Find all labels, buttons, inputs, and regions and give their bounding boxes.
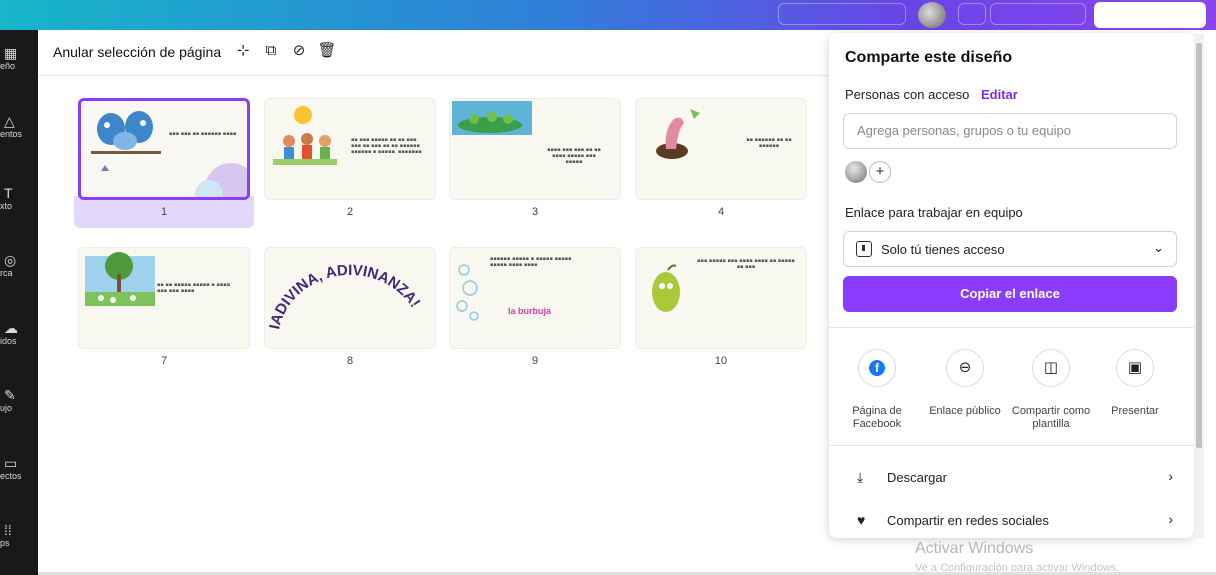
apps-icon: ⁞⁞ <box>4 522 12 538</box>
sidebar-item-draw[interactable]: ✎ ujo <box>0 387 38 437</box>
page-number: 9 <box>531 355 539 367</box>
top-chip[interactable] <box>958 3 986 25</box>
sidebar-item-apps[interactable]: ⁞⁞ ps <box>0 522 38 572</box>
user-avatar[interactable] <box>918 2 946 28</box>
page-preview[interactable]: ▪▪▪▪▪▪ ▪▪▪▪▪ ▪ ▪▪▪▪▪ ▪▪▪▪▪ ▪▪▪▪▪ ▪▪▪▪ ▪▪… <box>449 247 621 349</box>
panel-title: Comparte este diseño <box>845 49 1013 66</box>
page-artwork <box>79 248 249 348</box>
lock-icon <box>856 241 872 257</box>
collaborator-avatar[interactable] <box>845 161 867 183</box>
page-preview[interactable]: IADIVINA, ADIVINANZA! <box>264 247 436 349</box>
divider <box>829 445 1194 446</box>
add-page-icon[interactable]: ⊹ <box>232 40 254 62</box>
brand-icon: ◎ <box>4 252 17 268</box>
social-heart-icon: ♥ <box>857 512 866 528</box>
social-share-menu-item[interactable]: ♥ Compartir en redes sociales › <box>845 506 1179 536</box>
link-access-value: Solo tú tienes acceso <box>881 242 1005 257</box>
page-preview[interactable]: ▪▪ ▪▪ ▪▪▪▪▪ ▪▪▪▪▪ ▪ ▪▪▪▪ ▪▪▪ ▪▪▪ ▪▪▪▪ <box>78 247 250 349</box>
sidebar-item-uploads[interactable]: ☁ idos <box>0 320 38 370</box>
chevron-right-icon: › <box>1168 468 1173 484</box>
deselect-pages-button[interactable]: Anular selección de página <box>53 44 221 60</box>
uploads-icon: ☁ <box>4 320 18 336</box>
page-toolbar: Anular selección de página ⊹ ⧉ ⊘ 🗑 <box>38 30 828 76</box>
left-sidebar: ▦ eño △ entos T xto ◎ rca ☁ idos ✎ ujo ▭… <box>0 30 38 575</box>
chevron-down-icon: ⌄ <box>1153 240 1164 255</box>
sidebar-item-elements[interactable]: △ entos <box>0 113 38 163</box>
page-text: ▪▪▪▪▪▪ ▪▪▪▪▪ ▪ ▪▪▪▪▪ ▪▪▪▪▪ ▪▪▪▪▪ ▪▪▪▪ ▪▪… <box>490 256 572 268</box>
share-facebook-option[interactable]: f Página de Facebook <box>837 349 917 431</box>
divider <box>829 327 1194 328</box>
page-text: ▪▪▪▪ ▪▪▪ ▪▪▪ ▪▪ ▪▪ ▪▪▪▪ ▪▪▪▪▪ ▪▪▪ ▪▪▪▪▪ <box>547 147 601 165</box>
page-artwork <box>81 101 247 197</box>
windows-activation-watermark: Activar Windows <box>915 540 1034 557</box>
template-icon: ◫ <box>1032 349 1070 387</box>
page-artwork <box>636 99 806 199</box>
link-access-select[interactable]: Solo tú tienes acceso ⌄ <box>843 231 1177 267</box>
page-preview[interactable]: ▪▪▪ ▪▪▪ ▪▪ ▪▪▪▪▪▪ ▪▪▪▪ <box>78 98 250 200</box>
chevron-right-icon: › <box>1168 511 1173 527</box>
present-icon: ▣ <box>1116 349 1154 387</box>
option-label: Página de Facebook <box>852 405 902 430</box>
menu-label: Descargar <box>887 470 947 485</box>
option-label: Compartir como plantilla <box>1011 405 1091 430</box>
page-grid: ▪▪▪ ▪▪▪ ▪▪ ▪▪▪▪▪▪ ▪▪▪▪ 1 ▪▪ ▪▪▪ ▪▪▪▪▪ ▪▪… <box>38 77 828 575</box>
top-chip[interactable] <box>990 3 1086 25</box>
top-bar <box>0 0 1216 30</box>
share-template-option[interactable]: ◫ Compartir como plantilla <box>1011 349 1091 431</box>
page-number: 7 <box>160 355 168 367</box>
page-preview[interactable]: ▪▪ ▪▪▪▪▪▪ ▪▪ ▪▪ ▪▪▪▪▪▪ <box>635 98 807 200</box>
link-icon: ⊖ <box>946 349 984 387</box>
option-label: Enlace público <box>929 405 1001 417</box>
page-caption: la burbuja <box>508 306 552 316</box>
page-text: ▪▪ ▪▪▪▪▪▪ ▪▪ ▪▪ ▪▪▪▪▪▪ <box>746 137 792 149</box>
text-icon: T <box>4 185 13 201</box>
present-option[interactable]: ▣ Presentar <box>1095 349 1175 418</box>
delete-page-icon[interactable]: 🗑 <box>316 40 338 62</box>
page-text: ▪▪ ▪▪ ▪▪▪▪▪ ▪▪▪▪▪ ▪ ▪▪▪▪ ▪▪▪ ▪▪▪ ▪▪▪▪ <box>157 282 231 294</box>
add-people-input[interactable]: Agrega personas, grupos o tu equipo <box>843 113 1177 149</box>
projects-icon: ▭ <box>4 455 18 471</box>
page-artwork: IADIVINA, ADIVINANZA! <box>265 248 435 348</box>
sidebar-item-brand[interactable]: ◎ rca <box>0 252 38 302</box>
hide-page-icon[interactable]: ⊘ <box>288 40 310 62</box>
menu-label: Compartir en redes sociales <box>887 513 1049 528</box>
panel-scrollbar[interactable] <box>1194 33 1204 538</box>
sidebar-item-text[interactable]: T xto <box>0 185 38 235</box>
page-preview[interactable]: ▪▪ ▪▪▪ ▪▪▪▪▪ ▪▪ ▪▪ ▪▪▪, ▪▪▪ ▪▪ ▪▪▪ ▪▪ ▪▪… <box>264 98 436 200</box>
option-label: Presentar <box>1111 405 1159 417</box>
add-collaborator-icon[interactable]: + <box>869 161 891 183</box>
layout-icon: ▦ <box>4 45 18 61</box>
page-number: 8 <box>346 355 354 367</box>
duplicate-page-icon[interactable]: ⧉ <box>260 40 282 62</box>
top-chip[interactable] <box>778 3 906 25</box>
team-link-label: Enlace para trabajar en equipo <box>845 205 1023 220</box>
share-button[interactable] <box>1094 2 1206 28</box>
page-preview[interactable]: ▪▪▪ ▪▪▪▪▪ ▪▪▪ ▪▪▪▪ ▪▪▪▪ ▪▪ ▪▪▪▪▪ ▪▪ ▪▪▪ <box>635 247 807 349</box>
page-text: ▪▪▪ ▪▪▪ ▪▪ ▪▪▪▪▪▪ ▪▪▪▪ <box>169 131 237 137</box>
page-text: ▪▪ ▪▪▪ ▪▪▪▪▪ ▪▪ ▪▪ ▪▪▪, ▪▪▪ ▪▪ ▪▪▪ ▪▪ ▪▪… <box>351 137 422 155</box>
download-menu-item[interactable]: ⤓ Descargar › <box>845 463 1179 493</box>
page-number: 4 <box>717 206 725 218</box>
facebook-icon: f <box>858 349 896 387</box>
page-number: 2 <box>346 206 354 218</box>
copy-link-button[interactable]: Copiar el enlace <box>843 276 1177 312</box>
page-number: 1 <box>160 206 168 218</box>
page-number: 10 <box>714 355 728 367</box>
page-preview[interactable]: ▪▪▪▪ ▪▪▪ ▪▪▪ ▪▪ ▪▪ ▪▪▪▪ ▪▪▪▪▪ ▪▪▪ ▪▪▪▪▪ <box>449 98 621 200</box>
edit-access-link[interactable]: Editar <box>981 87 1018 102</box>
sidebar-item-design[interactable]: ▦ eño <box>0 45 38 95</box>
page-number: 3 <box>531 206 539 218</box>
download-icon: ⤓ <box>857 469 864 485</box>
sidebar-item-projects[interactable]: ▭ ectos <box>0 455 38 505</box>
share-panel: Comparte este diseño Personas con acceso… <box>829 33 1194 538</box>
people-access-label: Personas con acceso <box>845 87 970 102</box>
public-link-option[interactable]: ⊖ Enlace público <box>925 349 1005 418</box>
elements-icon: △ <box>4 113 15 129</box>
draw-icon: ✎ <box>4 387 16 403</box>
page-text: ▪▪▪ ▪▪▪▪▪ ▪▪▪ ▪▪▪▪ ▪▪▪▪ ▪▪ ▪▪▪▪▪ ▪▪ ▪▪▪ <box>697 258 795 270</box>
scrollbar-thumb[interactable] <box>1196 43 1202 448</box>
